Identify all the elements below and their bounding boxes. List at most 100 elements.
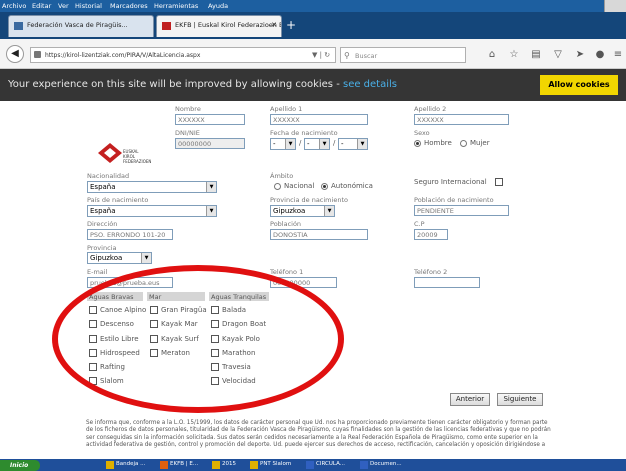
chevron-down-icon: ▼ [141,253,151,263]
taskbar-item-documen[interactable]: Documen... [360,461,402,470]
menu-herramientas[interactable]: Herramientas [154,2,198,10]
menu-bar: Archivo Editar Ver Historial Marcadores … [0,0,626,12]
provincia-nac-select[interactable]: Gipuzkoa ▼ [270,205,335,217]
siguiente-button[interactable]: Siguiente [497,393,543,406]
chevron-down-icon: ▼ [324,206,334,216]
nombre-field[interactable]: XXXXXX [175,114,245,125]
search-input[interactable]: ⚲ Buscar [340,47,466,63]
bookmark-star-icon[interactable]: ☆ [508,49,520,60]
close-icon[interactable]: ✕ [271,21,277,29]
provincia-label: Provincia [87,244,117,252]
autonomica-radio[interactable] [321,183,328,190]
chevron-down-icon: ▼ [357,139,367,149]
pais-select[interactable]: España ▼ [87,205,217,217]
apellido2-label: Apellido 2 [414,105,447,113]
seguro-checkbox[interactable] [495,178,503,186]
dni-field[interactable]: 00000000 [175,138,245,149]
tab-ekfb[interactable]: EKFB | Euskal Kirol Federazioen Ba... ✕ [156,15,282,37]
seguro-label: Seguro Internacional [414,178,487,186]
hombre-radio[interactable] [414,140,421,147]
back-arrow-icon[interactable]: ◀ [6,45,24,63]
word-icon [360,461,368,469]
menu-archivo[interactable]: Archivo [2,2,26,10]
logo-text: EUSKAL KIROL FEDERAZIOEN [123,149,151,164]
see-details-link[interactable]: see details [343,79,397,90]
nacional-label: Nacional [284,182,315,190]
tab-federacion[interactable]: Federación Vasca de Piragüis... [8,15,154,37]
site-favicon-icon [162,22,171,30]
menu-ver[interactable]: Ver [58,2,69,10]
ambito-label: Ámbito [270,172,294,180]
apellido2-field[interactable]: XXXXXX [414,114,509,125]
poblacion-nac-label: Población de nacimiento [414,196,494,204]
bookmarks-list-icon[interactable]: ▤ [530,49,542,60]
nombre-label: Nombre [175,105,201,113]
year-select[interactable]: - ▼ [338,138,368,150]
window-controls[interactable] [604,0,626,12]
autonomica-label: Autonómica [331,182,373,190]
menu-marcadores[interactable]: Marcadores [110,2,148,10]
provincia-nac-label: Provincia de nacimiento [270,196,348,204]
taskbar-item-bandeja[interactable]: Bandeja ... [106,461,145,470]
year-value: - [341,140,344,148]
cp-label: C.P [414,220,425,228]
chevron-down-icon: ▼ [285,139,295,149]
mujer-radio[interactable] [460,140,467,147]
new-tab-icon[interactable]: + [284,18,298,32]
nacionalidad-select[interactable]: España ▼ [87,181,217,193]
apellido1-field[interactable]: XXXXXX [270,114,368,125]
provincia-nac-value: Gipuzkoa [273,207,306,215]
lock-icon [34,51,41,58]
search-icon: ⚲ [344,51,350,60]
taskbar-label: 2015 [222,461,236,467]
month-value: - [307,140,310,148]
menu-ayuda[interactable]: Ayuda [208,2,228,10]
red-highlight-circle [52,265,344,413]
sexo-label: Sexo [414,129,430,137]
nacional-radio[interactable] [274,183,281,190]
chat-icon[interactable]: ● [594,49,606,60]
date-separator: / [333,139,336,147]
url-input[interactable]: https://kirol-lizentziak.com/PIRA/V/Alta… [30,47,336,63]
date-separator: / [299,139,302,147]
tab-label: EKFB | Euskal Kirol Federazioen Ba... [175,21,282,29]
folder-icon [106,461,114,469]
reload-icon[interactable]: ▼ | ↻ [312,51,330,59]
pais-label: País de nacimiento [87,196,149,204]
cp-field[interactable]: 20009 [414,229,448,240]
tab-label: Federación Vasca de Piragüis... [27,21,128,29]
poblacion-label: Población [270,220,302,228]
fecha-label: Fecha de nacimiento [270,129,338,137]
folder-icon [212,461,220,469]
provincia-select[interactable]: Gipuzkoa ▼ [87,252,152,264]
chevron-down-icon: ▼ [319,139,329,149]
start-button[interactable]: Inicio [0,460,40,471]
poblacion-field[interactable]: DONOSTIA [270,229,368,240]
hamburger-menu-icon[interactable]: ≡ [612,49,624,60]
send-icon[interactable]: ➤ [574,49,586,60]
menu-historial[interactable]: Historial [75,2,102,10]
direccion-field[interactable]: PSO. ERRONDO 101-20 [87,229,173,240]
taskbar-item-2015[interactable]: 2015 [212,461,236,470]
taskbar-label: EKFB | E... [170,461,199,467]
poblacion-nac-field[interactable]: PENDIENTE [414,205,509,216]
direccion-label: Dirección [87,220,118,228]
nacionalidad-label: Nacionalidad [87,172,130,180]
chevron-down-icon: ▼ [206,206,216,216]
taskbar-item-circula[interactable]: CIRCULA... [306,461,345,470]
menu-editar[interactable]: Editar [32,2,51,10]
telefono2-field[interactable] [414,277,480,288]
month-select[interactable]: - ▼ [304,138,330,150]
allow-cookies-button[interactable]: Allow cookies [540,75,618,95]
pais-value: España [90,207,116,215]
telefono2-label: Teléfono 2 [414,268,448,276]
day-select[interactable]: - ▼ [270,138,296,150]
taskbar-item-ekfb[interactable]: EKFB | E... [160,461,198,470]
mujer-label: Mujer [470,139,490,147]
taskbar-item-slalom[interactable]: PNT Slalom [250,461,291,470]
pocket-icon[interactable]: ▽ [552,49,564,60]
anterior-button[interactable]: Anterior [450,393,490,406]
site-favicon-icon [14,22,23,30]
provincia-value: Gipuzkoa [90,254,123,262]
home-icon[interactable]: ⌂ [486,49,498,60]
